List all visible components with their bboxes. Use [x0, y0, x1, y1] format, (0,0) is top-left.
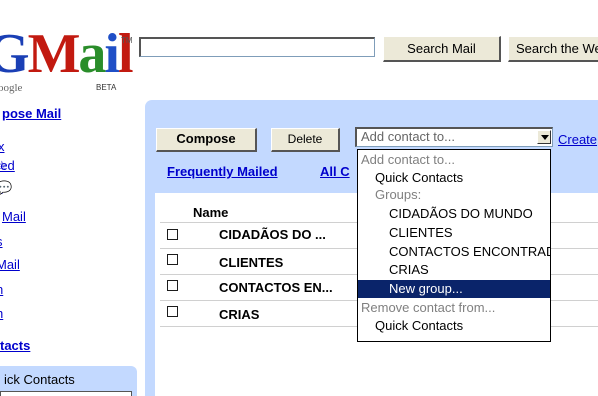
- dropdown-option[interactable]: Remove contact from...: [358, 299, 550, 317]
- row-checkbox[interactable]: [167, 280, 178, 291]
- dropdown-option[interactable]: CIDADÃOS DO MUNDO: [358, 205, 550, 223]
- nav-sent-mail-link[interactable]: Mail: [2, 209, 26, 224]
- dropdown-option[interactable]: Quick Contacts: [358, 317, 550, 335]
- google-text: oogle: [0, 82, 23, 94]
- trademark-mark: TM: [121, 36, 133, 45]
- row-checkbox[interactable]: [167, 229, 178, 240]
- gmail-logo-word: GMail: [0, 23, 133, 85]
- tab-frequently-mailed[interactable]: Frequently Mailed: [167, 164, 278, 179]
- nav-all-mail-link[interactable]: Mail: [0, 257, 20, 272]
- beta-badge: BETA: [96, 83, 117, 92]
- dropdown-arrow-icon[interactable]: [537, 130, 551, 144]
- contact-row-name[interactable]: CONTACTOS EN...: [219, 280, 333, 295]
- nav-inbox-link[interactable]: x: [0, 139, 5, 154]
- dropdown-option[interactable]: New group...: [358, 280, 550, 298]
- dropdown-option[interactable]: Quick Contacts: [358, 169, 550, 187]
- contacts-link[interactable]: tacts: [0, 338, 30, 353]
- nav-trash-link[interactable]: h: [0, 306, 3, 321]
- row-checkbox[interactable]: [167, 306, 178, 317]
- quick-contacts-title: ick Contacts: [4, 372, 75, 387]
- contact-row-name[interactable]: CIDADÃOS DO ...: [219, 227, 326, 242]
- dropdown-option[interactable]: CONTACTOS ENCONTRADOS: [358, 243, 550, 261]
- delete-button[interactable]: Delete: [271, 128, 340, 152]
- row-checkbox[interactable]: [167, 254, 178, 265]
- create-link[interactable]: Create: [558, 132, 597, 147]
- contact-row-name[interactable]: CRIAS: [219, 307, 259, 322]
- dropdown-option[interactable]: Groups:: [358, 186, 550, 204]
- name-column-header[interactable]: Name: [193, 205, 228, 220]
- dropdown-option[interactable]: Add contact to...: [358, 151, 550, 169]
- gmail-logo: GMail TM oogle BETA: [0, 22, 135, 96]
- speech-bubble-icon: 💬: [0, 180, 13, 195]
- search-mail-button[interactable]: Search Mail: [383, 36, 501, 62]
- add-contact-dropdown-list: Add contact to... Quick Contacts Groups:…: [357, 149, 551, 342]
- star-icon: ☆: [0, 158, 8, 173]
- add-contact-select[interactable]: Add contact to...: [355, 127, 553, 147]
- quick-contacts-input[interactable]: [0, 391, 132, 396]
- search-web-button[interactable]: Search the Web: [508, 36, 598, 62]
- contact-row-name[interactable]: CLIENTES: [219, 255, 283, 270]
- dropdown-option[interactable]: CLIENTES: [358, 224, 550, 242]
- compose-mail-link[interactable]: pose Mail: [2, 106, 61, 121]
- dropdown-option[interactable]: CRIAS: [358, 261, 550, 279]
- tab-all-contacts[interactable]: All C: [320, 164, 350, 179]
- nav-spam-link[interactable]: n: [0, 282, 3, 297]
- nav-drafts-link[interactable]: s: [0, 234, 3, 249]
- compose-button[interactable]: Compose: [156, 128, 257, 152]
- search-input[interactable]: [139, 37, 375, 57]
- gmail-window: GMail TM oogle BETA Search Mail Search t…: [0, 0, 598, 396]
- add-contact-select-value: Add contact to...: [361, 129, 455, 144]
